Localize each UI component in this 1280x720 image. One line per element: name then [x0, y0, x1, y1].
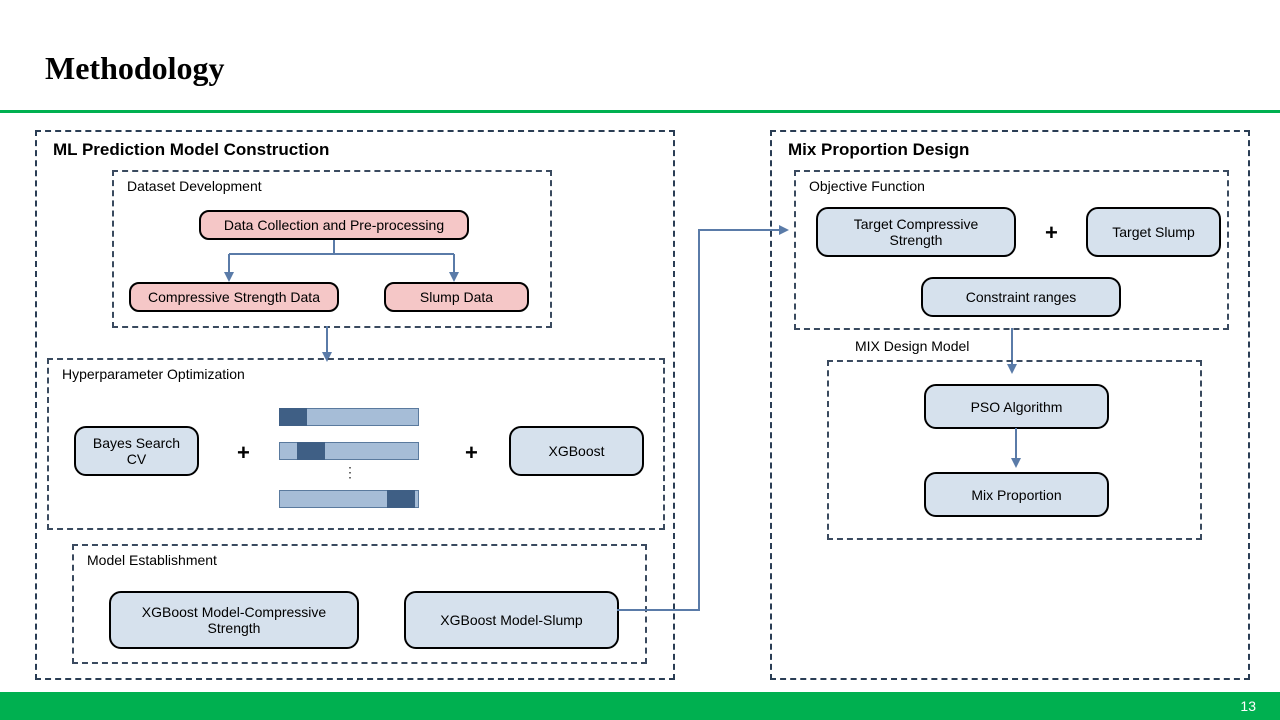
plus-2: + [461, 440, 482, 466]
footer: 13 [0, 692, 1280, 720]
xgboost-slump-box: XGBoost Model-Slump [404, 591, 619, 649]
plus-1: + [233, 440, 254, 466]
plus-3: + [1041, 220, 1062, 246]
target-compressive-box: Target Compressive Strength [816, 207, 1016, 257]
model-est-panel: Model Establishment XGBoost Model-Compre… [72, 544, 647, 664]
hyperparam-title: Hyperparameter Optimization [59, 366, 248, 382]
mix-prop-box: Mix Proportion [924, 472, 1109, 517]
dots: ⋮ [343, 464, 357, 481]
divider [0, 110, 1280, 113]
bayes-box: Bayes Search CV [74, 426, 199, 476]
dataset-panel: Dataset Development Data Collection and … [112, 170, 552, 328]
xgboost-compressive-box: XGBoost Model-Compressive Strength [109, 591, 359, 649]
mix-panel-title: Mix Proportion Design [784, 140, 973, 160]
objective-panel: Objective Function Target Compressive St… [794, 170, 1229, 330]
ml-panel-title: ML Prediction Model Construction [49, 140, 333, 160]
mix-panel: Mix Proportion Design Objective Function… [770, 130, 1250, 680]
ml-panel: ML Prediction Model Construction Dataset… [35, 130, 675, 680]
hyperparam-panel: Hyperparameter Optimization Bayes Search… [47, 358, 665, 530]
bar-3-fill [387, 490, 415, 508]
bar-1-fill [279, 408, 307, 426]
dataset-arrows [114, 172, 554, 332]
target-slump-box: Target Slump [1086, 207, 1221, 257]
constraint-box: Constraint ranges [921, 277, 1121, 317]
connector-arrow [614, 210, 794, 620]
page-title: Methodology [45, 50, 225, 87]
pso-box: PSO Algorithm [924, 384, 1109, 429]
bar-2-fill [297, 442, 325, 460]
page-number: 13 [1240, 698, 1256, 714]
objective-title: Objective Function [806, 178, 928, 194]
mix-design-panel: PSO Algorithm Mix Proportion [827, 360, 1202, 540]
arrow-down-3 [1001, 428, 1031, 470]
model-est-title: Model Establishment [84, 552, 220, 568]
mix-design-title: MIX Design Model [852, 338, 972, 354]
